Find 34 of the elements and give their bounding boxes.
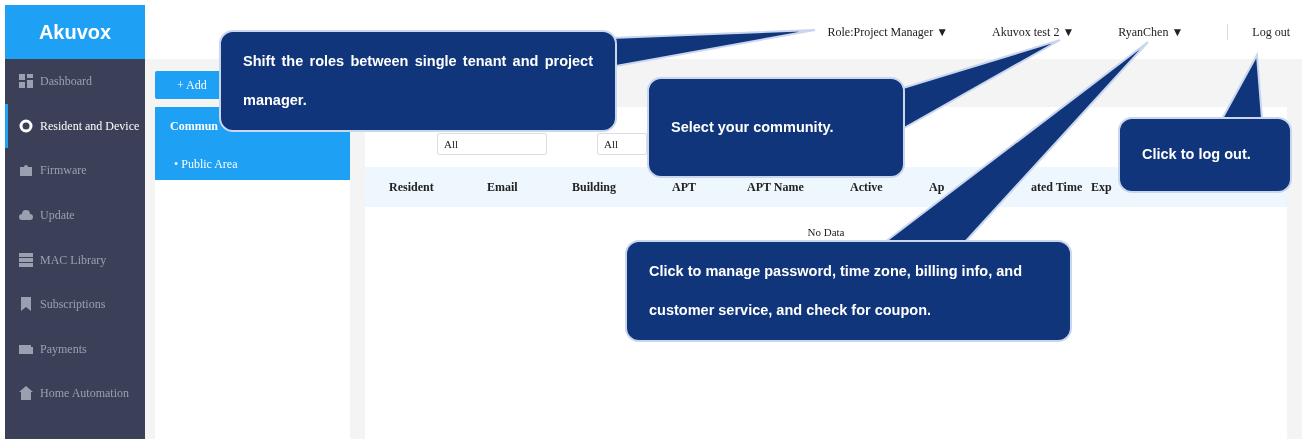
column-header: Email bbox=[487, 179, 519, 196]
header-dropdown[interactable]: Akuvox test 2 ▼ bbox=[992, 23, 1075, 41]
ring-icon bbox=[18, 117, 34, 134]
column-header: Building bbox=[572, 179, 618, 196]
column-header: ated Time bbox=[1031, 179, 1084, 196]
column-header: APT bbox=[672, 179, 697, 196]
sidebar-item[interactable]: Home Automation bbox=[5, 371, 145, 416]
column-header: APT Name bbox=[747, 179, 805, 196]
bookmark-icon bbox=[18, 296, 34, 313]
house-icon bbox=[18, 385, 34, 402]
community-item[interactable]: • Public Area bbox=[170, 155, 335, 173]
dashboard-icon bbox=[18, 73, 34, 90]
callout-pointer bbox=[1220, 51, 1264, 120]
sidebar-item[interactable]: Dashboard bbox=[5, 59, 145, 104]
sidebar-item[interactable]: Firmware bbox=[5, 148, 145, 193]
column-header: Exp bbox=[1091, 179, 1113, 196]
sidebar-item[interactable]: Update bbox=[5, 192, 145, 238]
callout-tooltip: Click to manage password, time zone, billing info, and customer service, and check for coupon. bbox=[625, 240, 1072, 343]
logo: Akuvox bbox=[5, 5, 145, 59]
logout-link[interactable]: Log out bbox=[1252, 23, 1290, 41]
server-icon bbox=[18, 251, 34, 268]
callout-tooltip: Select your community. bbox=[647, 77, 905, 178]
community-title: Commun bbox=[170, 118, 219, 135]
header-dropdown[interactable]: Role:Project Manager ▼ bbox=[827, 23, 949, 41]
sidebar-item[interactable]: Subscriptions bbox=[5, 281, 145, 327]
column-header: Ap bbox=[929, 179, 946, 196]
column-header: Active bbox=[850, 179, 884, 196]
column-header: Resident bbox=[389, 179, 435, 196]
filter-select[interactable]: All bbox=[437, 133, 547, 155]
puzzle-icon bbox=[18, 162, 34, 179]
sidebar-item[interactable]: Payments bbox=[5, 326, 145, 372]
sidebar-item[interactable]: MAC Library bbox=[5, 237, 145, 282]
header-dropdown[interactable]: RyanChen ▼ bbox=[1118, 23, 1184, 41]
empty-text: No Data bbox=[807, 226, 845, 238]
